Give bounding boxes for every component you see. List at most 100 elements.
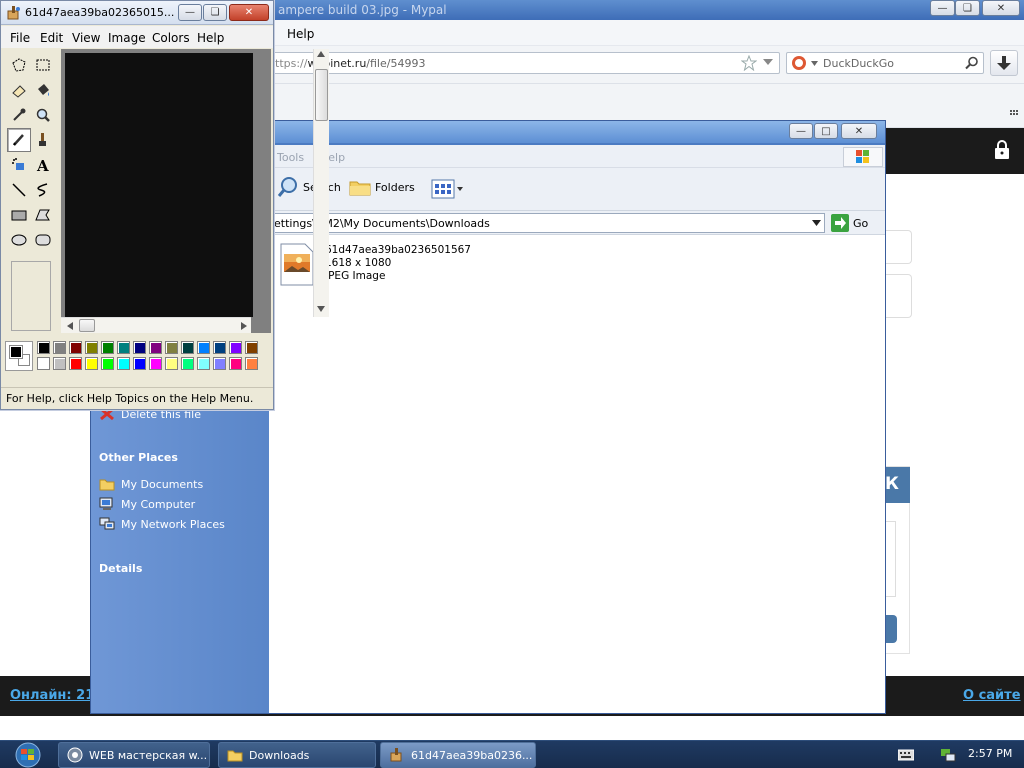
rect-select-tool-icon[interactable] bbox=[31, 53, 55, 77]
explorer-minimize-button[interactable]: — bbox=[789, 123, 813, 139]
polygon-tool-icon[interactable] bbox=[31, 203, 55, 227]
palette-swatch[interactable] bbox=[85, 357, 98, 370]
explorer-close-button[interactable]: ✕ bbox=[841, 123, 877, 139]
downloads-button[interactable] bbox=[990, 50, 1018, 76]
eraser-tool-icon[interactable] bbox=[7, 78, 31, 102]
drawing-canvas[interactable] bbox=[65, 53, 253, 317]
palette-swatch[interactable] bbox=[149, 341, 162, 354]
vertical-scrollbar[interactable] bbox=[313, 49, 329, 317]
place-my-documents[interactable]: My Documents bbox=[99, 477, 203, 491]
paint-menu-colors[interactable]: Colors bbox=[152, 31, 190, 45]
palette-swatch[interactable] bbox=[213, 341, 226, 354]
paint-menu-help[interactable]: Help bbox=[197, 31, 224, 45]
palette-swatch[interactable] bbox=[37, 341, 50, 354]
paint-minimize-button[interactable]: — bbox=[178, 4, 202, 21]
search-icon[interactable] bbox=[965, 56, 979, 70]
palette-swatch[interactable] bbox=[165, 357, 178, 370]
palette-swatch[interactable] bbox=[181, 341, 194, 354]
scroll-down-arrow-icon[interactable] bbox=[317, 306, 325, 312]
palette-swatch[interactable] bbox=[85, 341, 98, 354]
palette-swatch[interactable] bbox=[181, 357, 194, 370]
paint-maximize-button[interactable]: ❏ bbox=[203, 4, 227, 21]
paint-menu-view[interactable]: View bbox=[72, 31, 100, 45]
lock-icon[interactable] bbox=[994, 140, 1010, 160]
details-title[interactable]: Details bbox=[99, 562, 142, 575]
palette-swatch[interactable] bbox=[229, 341, 242, 354]
address-dropdown-icon[interactable] bbox=[812, 220, 821, 226]
palette-swatch[interactable] bbox=[117, 357, 130, 370]
paint-menu-image[interactable]: Image bbox=[108, 31, 146, 45]
views-button[interactable] bbox=[431, 178, 467, 200]
network-tray-icon[interactable] bbox=[940, 747, 956, 763]
pencil-tool-icon[interactable] bbox=[7, 128, 31, 152]
online-count-link[interactable]: Онлайн: 21 bbox=[10, 688, 94, 703]
free-select-tool-icon[interactable] bbox=[7, 53, 31, 77]
scroll-right-arrow-icon[interactable] bbox=[241, 322, 247, 330]
vertical-scroll-thumb[interactable] bbox=[315, 69, 328, 121]
current-colors-box[interactable] bbox=[5, 341, 33, 371]
place-my-computer[interactable]: My Computer bbox=[99, 497, 195, 511]
palette-swatch[interactable] bbox=[53, 341, 66, 354]
paint-close-button[interactable]: ✕ bbox=[229, 4, 269, 21]
rectangle-tool-icon[interactable] bbox=[7, 203, 31, 227]
curve-tool-icon[interactable] bbox=[31, 178, 55, 202]
browser-close-button[interactable]: ✕ bbox=[982, 0, 1020, 16]
color-picker-tool-icon[interactable] bbox=[7, 103, 31, 127]
palette-swatch[interactable] bbox=[133, 357, 146, 370]
airbrush-tool-icon[interactable] bbox=[7, 153, 31, 177]
duckduckgo-icon[interactable] bbox=[791, 55, 807, 71]
rounded-rect-tool-icon[interactable] bbox=[31, 228, 55, 252]
about-link[interactable]: О сайте bbox=[963, 688, 1021, 703]
url-bar[interactable]: ttps://wapinet.ru/file/54993 bbox=[262, 52, 780, 74]
horizontal-scrollbar[interactable] bbox=[61, 317, 251, 333]
search-button[interactable]: Search bbox=[277, 176, 341, 198]
palette-swatch[interactable] bbox=[245, 341, 258, 354]
palette-swatch[interactable] bbox=[229, 357, 242, 370]
address-field[interactable]: ettings\VM2\My Documents\Downloads bbox=[273, 213, 825, 233]
paint-titlebar[interactable]: 61d47aea39ba02365015... — ❏ ✕ bbox=[1, 1, 273, 25]
line-tool-icon[interactable] bbox=[7, 178, 31, 202]
place-my-network[interactable]: My Network Places bbox=[99, 517, 225, 531]
text-tool-icon[interactable]: A bbox=[31, 153, 55, 177]
paint-menu-file[interactable]: File bbox=[10, 31, 30, 45]
search-engine-dropdown-icon[interactable] bbox=[811, 61, 818, 66]
palette-swatch[interactable] bbox=[165, 341, 178, 354]
palette-swatch[interactable] bbox=[69, 341, 82, 354]
palette-swatch[interactable] bbox=[69, 357, 82, 370]
palette-swatch[interactable] bbox=[213, 357, 226, 370]
palette-swatch[interactable] bbox=[101, 341, 114, 354]
palette-swatch[interactable] bbox=[197, 357, 210, 370]
palette-swatch[interactable] bbox=[37, 357, 50, 370]
palette-swatch[interactable] bbox=[149, 357, 162, 370]
search-bar[interactable]: DuckDuckGo bbox=[786, 52, 984, 74]
fill-bucket-tool-icon[interactable] bbox=[31, 78, 55, 102]
palette-swatch[interactable] bbox=[101, 357, 114, 370]
taskbar-item-paint[interactable]: 61d47aea39ba0236... bbox=[380, 742, 536, 768]
keyboard-tray-icon[interactable] bbox=[898, 749, 914, 761]
ellipse-tool-icon[interactable] bbox=[7, 228, 31, 252]
taskbar-item-downloads[interactable]: Downloads bbox=[218, 742, 376, 768]
scroll-up-arrow-icon[interactable] bbox=[317, 51, 325, 57]
paint-menu-edit[interactable]: Edit bbox=[40, 31, 63, 45]
bookmark-star-icon[interactable] bbox=[741, 55, 757, 71]
go-button[interactable]: Go bbox=[831, 213, 881, 233]
scroll-left-arrow-icon[interactable] bbox=[67, 322, 73, 330]
folders-button[interactable]: Folders bbox=[349, 178, 415, 196]
palette-swatch[interactable] bbox=[245, 357, 258, 370]
magnifier-tool-icon[interactable] bbox=[31, 103, 55, 127]
file-item[interactable]: 61d47aea39ba0236501567 1618 x 1080 JPEG … bbox=[277, 241, 471, 286]
paint-app-icon[interactable] bbox=[6, 5, 22, 21]
palette-swatch[interactable] bbox=[133, 341, 146, 354]
start-button[interactable] bbox=[4, 741, 46, 768]
url-dropdown-icon[interactable] bbox=[763, 58, 773, 66]
browser-menu-help[interactable]: Help bbox=[287, 27, 314, 41]
palette-swatch[interactable] bbox=[117, 341, 130, 354]
browser-minimize-button[interactable]: — bbox=[930, 0, 955, 16]
explorer-maximize-button[interactable]: □ bbox=[814, 123, 838, 139]
tool-options-box[interactable] bbox=[11, 261, 51, 331]
palette-swatch[interactable] bbox=[53, 357, 66, 370]
horizontal-scroll-thumb[interactable] bbox=[79, 319, 95, 332]
browser-maximize-button[interactable]: ❏ bbox=[955, 0, 980, 16]
palette-swatch[interactable] bbox=[197, 341, 210, 354]
brush-tool-icon[interactable] bbox=[31, 128, 55, 152]
